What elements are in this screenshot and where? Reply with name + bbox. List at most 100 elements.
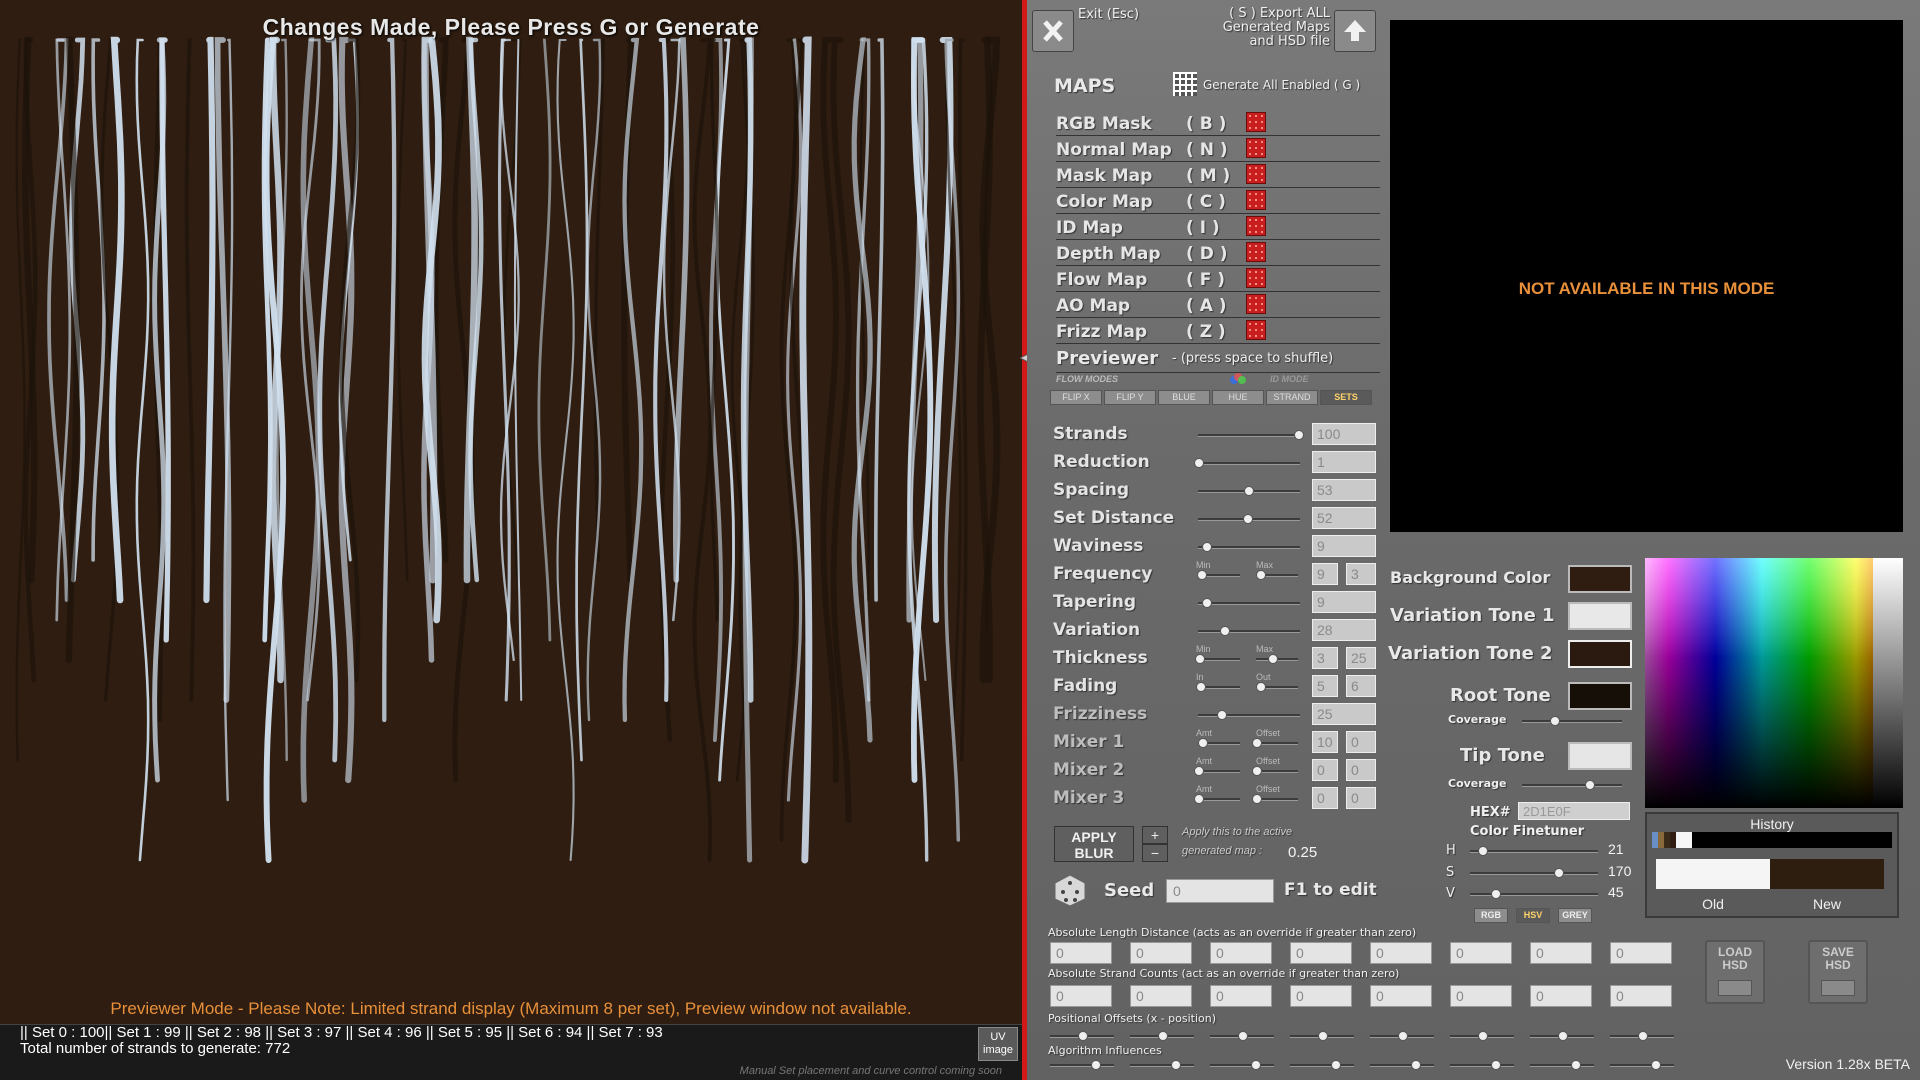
coverage-slider-track[interactable]	[1522, 784, 1622, 787]
slider-track[interactable]	[1198, 714, 1300, 717]
coverage-slider-track[interactable]	[1522, 720, 1622, 723]
slider-track[interactable]	[1198, 630, 1300, 633]
map-enable-toggle[interactable]	[1246, 164, 1266, 184]
param-value-b[interactable]: 0	[1346, 731, 1376, 753]
root-tone-swatch[interactable]	[1568, 682, 1632, 710]
slider-track[interactable]	[1198, 798, 1240, 801]
slider-track[interactable]	[1198, 602, 1300, 605]
seed-dice-button[interactable]	[1052, 872, 1088, 908]
mode-button-flip-y[interactable]: FLIP Y	[1104, 390, 1156, 405]
slider-knob[interactable]	[1294, 430, 1304, 440]
influence-slider-track[interactable]	[1210, 1064, 1274, 1067]
mode-button-hue[interactable]: HUE	[1212, 390, 1264, 405]
strand-count-input[interactable]: 0	[1050, 985, 1112, 1007]
param-value-b[interactable]: 6	[1346, 675, 1376, 697]
param-value-a[interactable]: 10	[1312, 731, 1338, 753]
length-distance-input[interactable]: 0	[1130, 942, 1192, 964]
param-value-reduction[interactable]: 1	[1312, 451, 1376, 473]
slider-knob[interactable]	[1202, 542, 1212, 552]
variation-tone-1-swatch[interactable]	[1568, 602, 1632, 630]
influence-slider-knob[interactable]	[1250, 1060, 1261, 1070]
offset-slider-knob[interactable]	[1158, 1031, 1168, 1041]
length-distance-input[interactable]: 0	[1450, 942, 1512, 964]
slider-knob[interactable]	[1194, 794, 1204, 804]
length-distance-input[interactable]: 0	[1050, 942, 1112, 964]
save-hsd-button[interactable]: SAVE HSD	[1808, 940, 1868, 1004]
offset-slider-knob[interactable]	[1478, 1031, 1488, 1041]
length-distance-input[interactable]: 0	[1290, 942, 1352, 964]
strand-count-input[interactable]: 0	[1530, 985, 1592, 1007]
slider-knob[interactable]	[1268, 654, 1278, 664]
map-row[interactable]: Frizz Map ( Z )	[1056, 318, 1380, 344]
map-row[interactable]: Flow Map ( F )	[1056, 266, 1380, 292]
param-value-tapering[interactable]: 9	[1312, 591, 1376, 613]
map-enable-toggle[interactable]	[1246, 320, 1266, 340]
map-enable-toggle[interactable]	[1246, 216, 1266, 236]
map-row[interactable]: ID Map ( I )	[1056, 214, 1380, 240]
offset-slider-knob[interactable]	[1558, 1031, 1568, 1041]
param-value-b[interactable]: 25	[1346, 647, 1376, 669]
offset-slider-knob[interactable]	[1638, 1031, 1648, 1041]
slider-knob[interactable]	[1243, 514, 1253, 524]
map-enable-toggle[interactable]	[1246, 294, 1266, 314]
background-color-swatch[interactable]	[1568, 565, 1632, 593]
influence-slider-knob[interactable]	[1330, 1060, 1341, 1070]
influence-slider-knob[interactable]	[1410, 1060, 1421, 1070]
param-value-set-distance[interactable]: 52	[1312, 507, 1376, 529]
map-row[interactable]: Normal Map ( N )	[1056, 136, 1380, 162]
length-distance-input[interactable]: 0	[1530, 942, 1592, 964]
length-distance-input[interactable]: 0	[1210, 942, 1272, 964]
variation-tone-2-swatch[interactable]	[1568, 640, 1632, 668]
strand-count-input[interactable]: 0	[1210, 985, 1272, 1007]
slider-knob[interactable]	[1252, 738, 1262, 748]
hsv-v-slider-track[interactable]	[1470, 893, 1598, 896]
apply-blur-button[interactable]: APPLY BLUR	[1054, 826, 1134, 862]
map-row[interactable]: Mask Map ( M )	[1056, 162, 1380, 188]
color-mode-grey[interactable]: GREY	[1558, 908, 1592, 923]
map-enable-toggle[interactable]	[1246, 190, 1266, 210]
influence-slider-knob[interactable]	[1490, 1060, 1501, 1070]
slider-knob[interactable]	[1194, 766, 1204, 776]
influence-slider-track[interactable]	[1290, 1064, 1354, 1067]
map-row[interactable]: Depth Map ( D )	[1056, 240, 1380, 266]
offset-slider-knob[interactable]	[1078, 1031, 1088, 1041]
coverage-slider-knob[interactable]	[1585, 780, 1595, 790]
generate-all-button[interactable]	[1173, 72, 1197, 96]
slider-knob[interactable]	[1198, 738, 1208, 748]
length-distance-input[interactable]: 0	[1370, 942, 1432, 964]
slider-knob[interactable]	[1202, 598, 1212, 608]
map-row[interactable]: AO Map ( A )	[1056, 292, 1380, 318]
hsv-h-slider-track[interactable]	[1470, 850, 1598, 853]
exit-button[interactable]	[1032, 10, 1074, 52]
history-strip[interactable]	[1652, 832, 1892, 848]
length-distance-input[interactable]: 0	[1610, 942, 1672, 964]
slider-track[interactable]	[1256, 742, 1298, 745]
param-value-waviness[interactable]: 9	[1312, 535, 1376, 557]
slider-knob[interactable]	[1256, 570, 1266, 580]
tip-tone-swatch[interactable]	[1568, 742, 1632, 770]
mode-button-flip-x[interactable]: FLIP X	[1050, 390, 1102, 405]
map-enable-toggle[interactable]	[1246, 112, 1266, 132]
slider-track[interactable]	[1198, 434, 1300, 437]
param-value-frizziness[interactable]: 25	[1312, 703, 1376, 725]
param-value-b[interactable]: 3	[1346, 563, 1376, 585]
map-row[interactable]: Color Map ( C )	[1056, 188, 1380, 214]
slider-track[interactable]	[1198, 462, 1300, 465]
seed-input[interactable]: 0	[1166, 879, 1274, 903]
param-value-a[interactable]: 0	[1312, 787, 1338, 809]
influence-slider-track[interactable]	[1050, 1064, 1114, 1067]
hsv-v-slider-knob[interactable]	[1491, 889, 1502, 899]
blur-plus-button[interactable]: +	[1142, 826, 1168, 844]
param-value-a[interactable]: 5	[1312, 675, 1338, 697]
map-enable-toggle[interactable]	[1246, 138, 1266, 158]
strand-count-input[interactable]: 0	[1610, 985, 1672, 1007]
strand-count-input[interactable]: 0	[1290, 985, 1352, 1007]
map-enable-toggle[interactable]	[1246, 268, 1266, 288]
param-value-a[interactable]: 0	[1312, 759, 1338, 781]
influence-slider-knob[interactable]	[1570, 1060, 1581, 1070]
param-value-a[interactable]: 9	[1312, 563, 1338, 585]
grey-strip[interactable]	[1873, 558, 1903, 808]
param-value-strands[interactable]: 100	[1312, 423, 1376, 445]
slider-track[interactable]	[1198, 546, 1300, 549]
slider-knob[interactable]	[1196, 682, 1206, 692]
